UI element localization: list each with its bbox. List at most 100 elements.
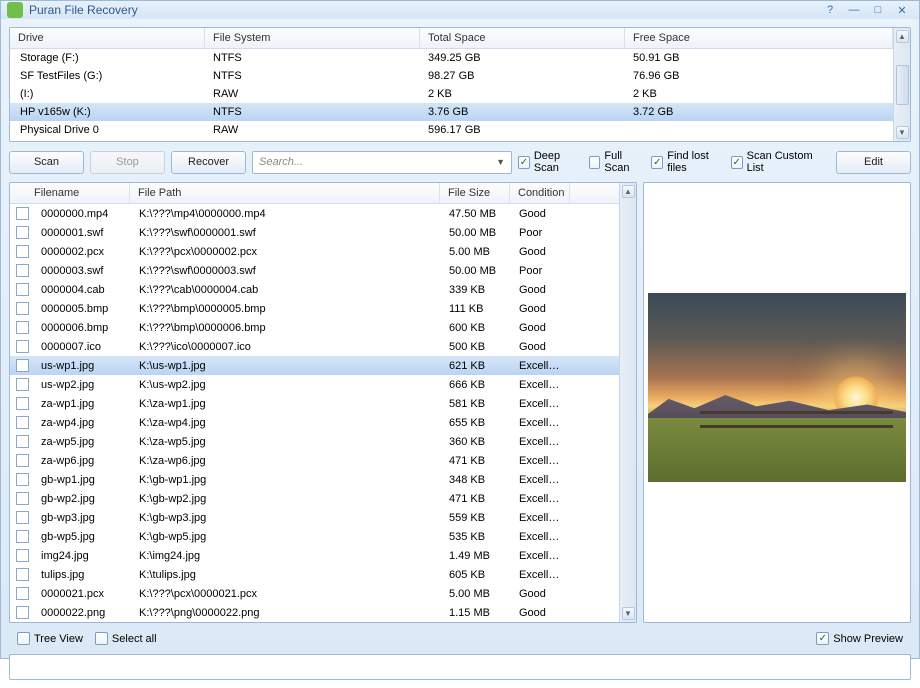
select-all-checkbox[interactable]: Select all [95, 632, 157, 645]
file-checkbox[interactable] [16, 473, 29, 486]
file-checkbox[interactable] [16, 435, 29, 448]
file-checkbox[interactable] [16, 606, 29, 619]
file-checkbox[interactable] [16, 416, 29, 429]
file-row[interactable]: 0000001.swfK:\???\swf\0000001.swf50.00 M… [10, 223, 619, 242]
file-row[interactable]: za-wp6.jpgK:\za-wp6.jpg471 KBExcellent [10, 451, 619, 470]
file-row[interactable]: 0000003.swfK:\???\swf\0000003.swf50.00 M… [10, 261, 619, 280]
find-lost-checkbox[interactable]: ✓Find lost files [651, 150, 724, 174]
scroll-up-icon[interactable]: ▲ [896, 30, 909, 43]
show-preview-checkbox[interactable]: ✓Show Preview [816, 632, 903, 645]
file-path: K:\za-wp1.jpg [131, 396, 441, 412]
file-size: 5.00 MB [441, 244, 511, 260]
file-name: 0000002.pcx [33, 244, 131, 260]
drives-scrollbar[interactable]: ▲ ▼ [893, 28, 910, 141]
header-filename[interactable]: Filename [10, 183, 130, 203]
dropdown-icon[interactable]: ▼ [496, 157, 505, 167]
drive-row[interactable]: (I:)RAW2 KB2 KB [10, 85, 893, 103]
stop-button[interactable]: Stop [90, 151, 165, 174]
file-checkbox[interactable] [16, 245, 29, 258]
file-checkbox[interactable] [16, 492, 29, 505]
drive-row[interactable]: Physical Drive 0RAW596.17 GB [10, 121, 893, 139]
file-checkbox[interactable] [16, 359, 29, 372]
scroll-down-icon[interactable]: ▼ [896, 126, 909, 139]
header-drive[interactable]: Drive [10, 28, 205, 48]
file-row[interactable]: gb-wp5.jpgK:\gb-wp5.jpg535 KBExcellent [10, 527, 619, 546]
files-table[interactable]: Filename File Path File Size Condition 0… [10, 183, 619, 622]
file-row[interactable]: 0000004.cabK:\???\cab\0000004.cab339 KBG… [10, 280, 619, 299]
file-checkbox[interactable] [16, 568, 29, 581]
file-checkbox[interactable] [16, 511, 29, 524]
custom-list-checkbox[interactable]: ✓Scan Custom List [731, 150, 824, 174]
file-checkbox[interactable] [16, 302, 29, 315]
file-row[interactable]: 0000002.pcxK:\???\pcx\0000002.pcx5.00 MB… [10, 242, 619, 261]
file-path: K:\us-wp2.jpg [131, 377, 441, 393]
file-checkbox[interactable] [16, 397, 29, 410]
file-row[interactable]: 0000021.pcxK:\???\pcx\0000021.pcx5.00 MB… [10, 584, 619, 603]
title-bar[interactable]: Puran File Recovery ? — □ ✕ [1, 1, 919, 19]
file-name: img24.jpg [33, 548, 131, 564]
header-free-space[interactable]: Free Space [625, 28, 893, 48]
file-row[interactable]: tulips.jpgK:\tulips.jpg605 KBExcellent [10, 565, 619, 584]
drive-row[interactable]: Storage (F:)NTFS349.25 GB50.91 GB [10, 49, 893, 67]
file-name: 0000006.bmp [33, 320, 131, 336]
file-row[interactable]: gb-wp2.jpgK:\gb-wp2.jpg471 KBExcellent [10, 489, 619, 508]
file-row[interactable]: za-wp5.jpgK:\za-wp5.jpg360 KBExcellent [10, 432, 619, 451]
header-filepath[interactable]: File Path [130, 183, 440, 203]
file-size: 500 KB [441, 339, 511, 355]
file-size: 600 KB [441, 320, 511, 336]
search-input[interactable]: Search... ▼ [252, 151, 512, 174]
file-checkbox[interactable] [16, 264, 29, 277]
file-row[interactable]: za-wp4.jpgK:\za-wp4.jpg655 KBExcellent [10, 413, 619, 432]
header-condition[interactable]: Condition [510, 183, 570, 203]
deep-scan-checkbox[interactable]: ✓Deep Scan [518, 150, 583, 174]
drive-row[interactable]: HP v165w (K:)NTFS3.76 GB3.72 GB [10, 103, 893, 121]
file-row[interactable]: img24.jpgK:\img24.jpg1.49 MBExcellent [10, 546, 619, 565]
help-button[interactable]: ? [819, 1, 841, 19]
full-scan-checkbox[interactable]: Full Scan [589, 150, 646, 174]
scroll-down-icon[interactable]: ▼ [622, 607, 635, 620]
file-size: 5.00 MB [441, 586, 511, 602]
recover-button[interactable]: Recover [171, 151, 246, 174]
file-name: us-wp2.jpg [33, 377, 131, 393]
file-path: K:\gb-wp1.jpg [131, 472, 441, 488]
file-checkbox[interactable] [16, 378, 29, 391]
file-size: 1.15 MB [441, 605, 511, 621]
scroll-up-icon[interactable]: ▲ [622, 185, 635, 198]
header-filesize[interactable]: File Size [440, 183, 510, 203]
drives-table[interactable]: Drive File System Total Space Free Space… [10, 28, 893, 141]
header-filesystem[interactable]: File System [205, 28, 420, 48]
file-checkbox[interactable] [16, 283, 29, 296]
deep-scan-label: Deep Scan [534, 150, 583, 174]
file-checkbox[interactable] [16, 454, 29, 467]
file-row[interactable]: 0000022.pngK:\???\png\0000022.png1.15 MB… [10, 603, 619, 622]
file-row[interactable]: gb-wp1.jpgK:\gb-wp1.jpg348 KBExcellent [10, 470, 619, 489]
files-scrollbar[interactable]: ▲ ▼ [619, 183, 636, 622]
scan-button[interactable]: Scan [9, 151, 84, 174]
file-row[interactable]: za-wp1.jpgK:\za-wp1.jpg581 KBExcellent [10, 394, 619, 413]
file-checkbox[interactable] [16, 530, 29, 543]
drive-total: 2 KB [420, 86, 625, 102]
file-size: 1.49 MB [441, 548, 511, 564]
file-checkbox[interactable] [16, 549, 29, 562]
maximize-button[interactable]: □ [867, 1, 889, 19]
file-row[interactable]: gb-wp3.jpgK:\gb-wp3.jpg559 KBExcellent [10, 508, 619, 527]
drive-row[interactable]: SF TestFiles (G:)NTFS98.27 GB76.96 GB [10, 67, 893, 85]
file-row[interactable]: 0000006.bmpK:\???\bmp\0000006.bmp600 KBG… [10, 318, 619, 337]
file-checkbox[interactable] [16, 226, 29, 239]
close-button[interactable]: ✕ [891, 1, 913, 19]
file-checkbox[interactable] [16, 587, 29, 600]
file-row[interactable]: 0000007.icoK:\???\ico\0000007.ico500 KBG… [10, 337, 619, 356]
file-row[interactable]: 0000005.bmpK:\???\bmp\0000005.bmp111 KBG… [10, 299, 619, 318]
scroll-thumb[interactable] [896, 65, 909, 105]
minimize-button[interactable]: — [843, 1, 865, 19]
file-checkbox[interactable] [16, 321, 29, 334]
file-row[interactable]: us-wp2.jpgK:\us-wp2.jpg666 KBExcellent [10, 375, 619, 394]
file-checkbox[interactable] [16, 340, 29, 353]
file-row[interactable]: 0000000.mp4K:\???\mp4\0000000.mp447.50 M… [10, 204, 619, 223]
header-total-space[interactable]: Total Space [420, 28, 625, 48]
drive-filesystem: NTFS [205, 104, 420, 120]
file-row[interactable]: us-wp1.jpgK:\us-wp1.jpg621 KBExcellent [10, 356, 619, 375]
file-checkbox[interactable] [16, 207, 29, 220]
edit-button[interactable]: Edit [836, 151, 911, 174]
tree-view-checkbox[interactable]: Tree View [17, 632, 83, 645]
